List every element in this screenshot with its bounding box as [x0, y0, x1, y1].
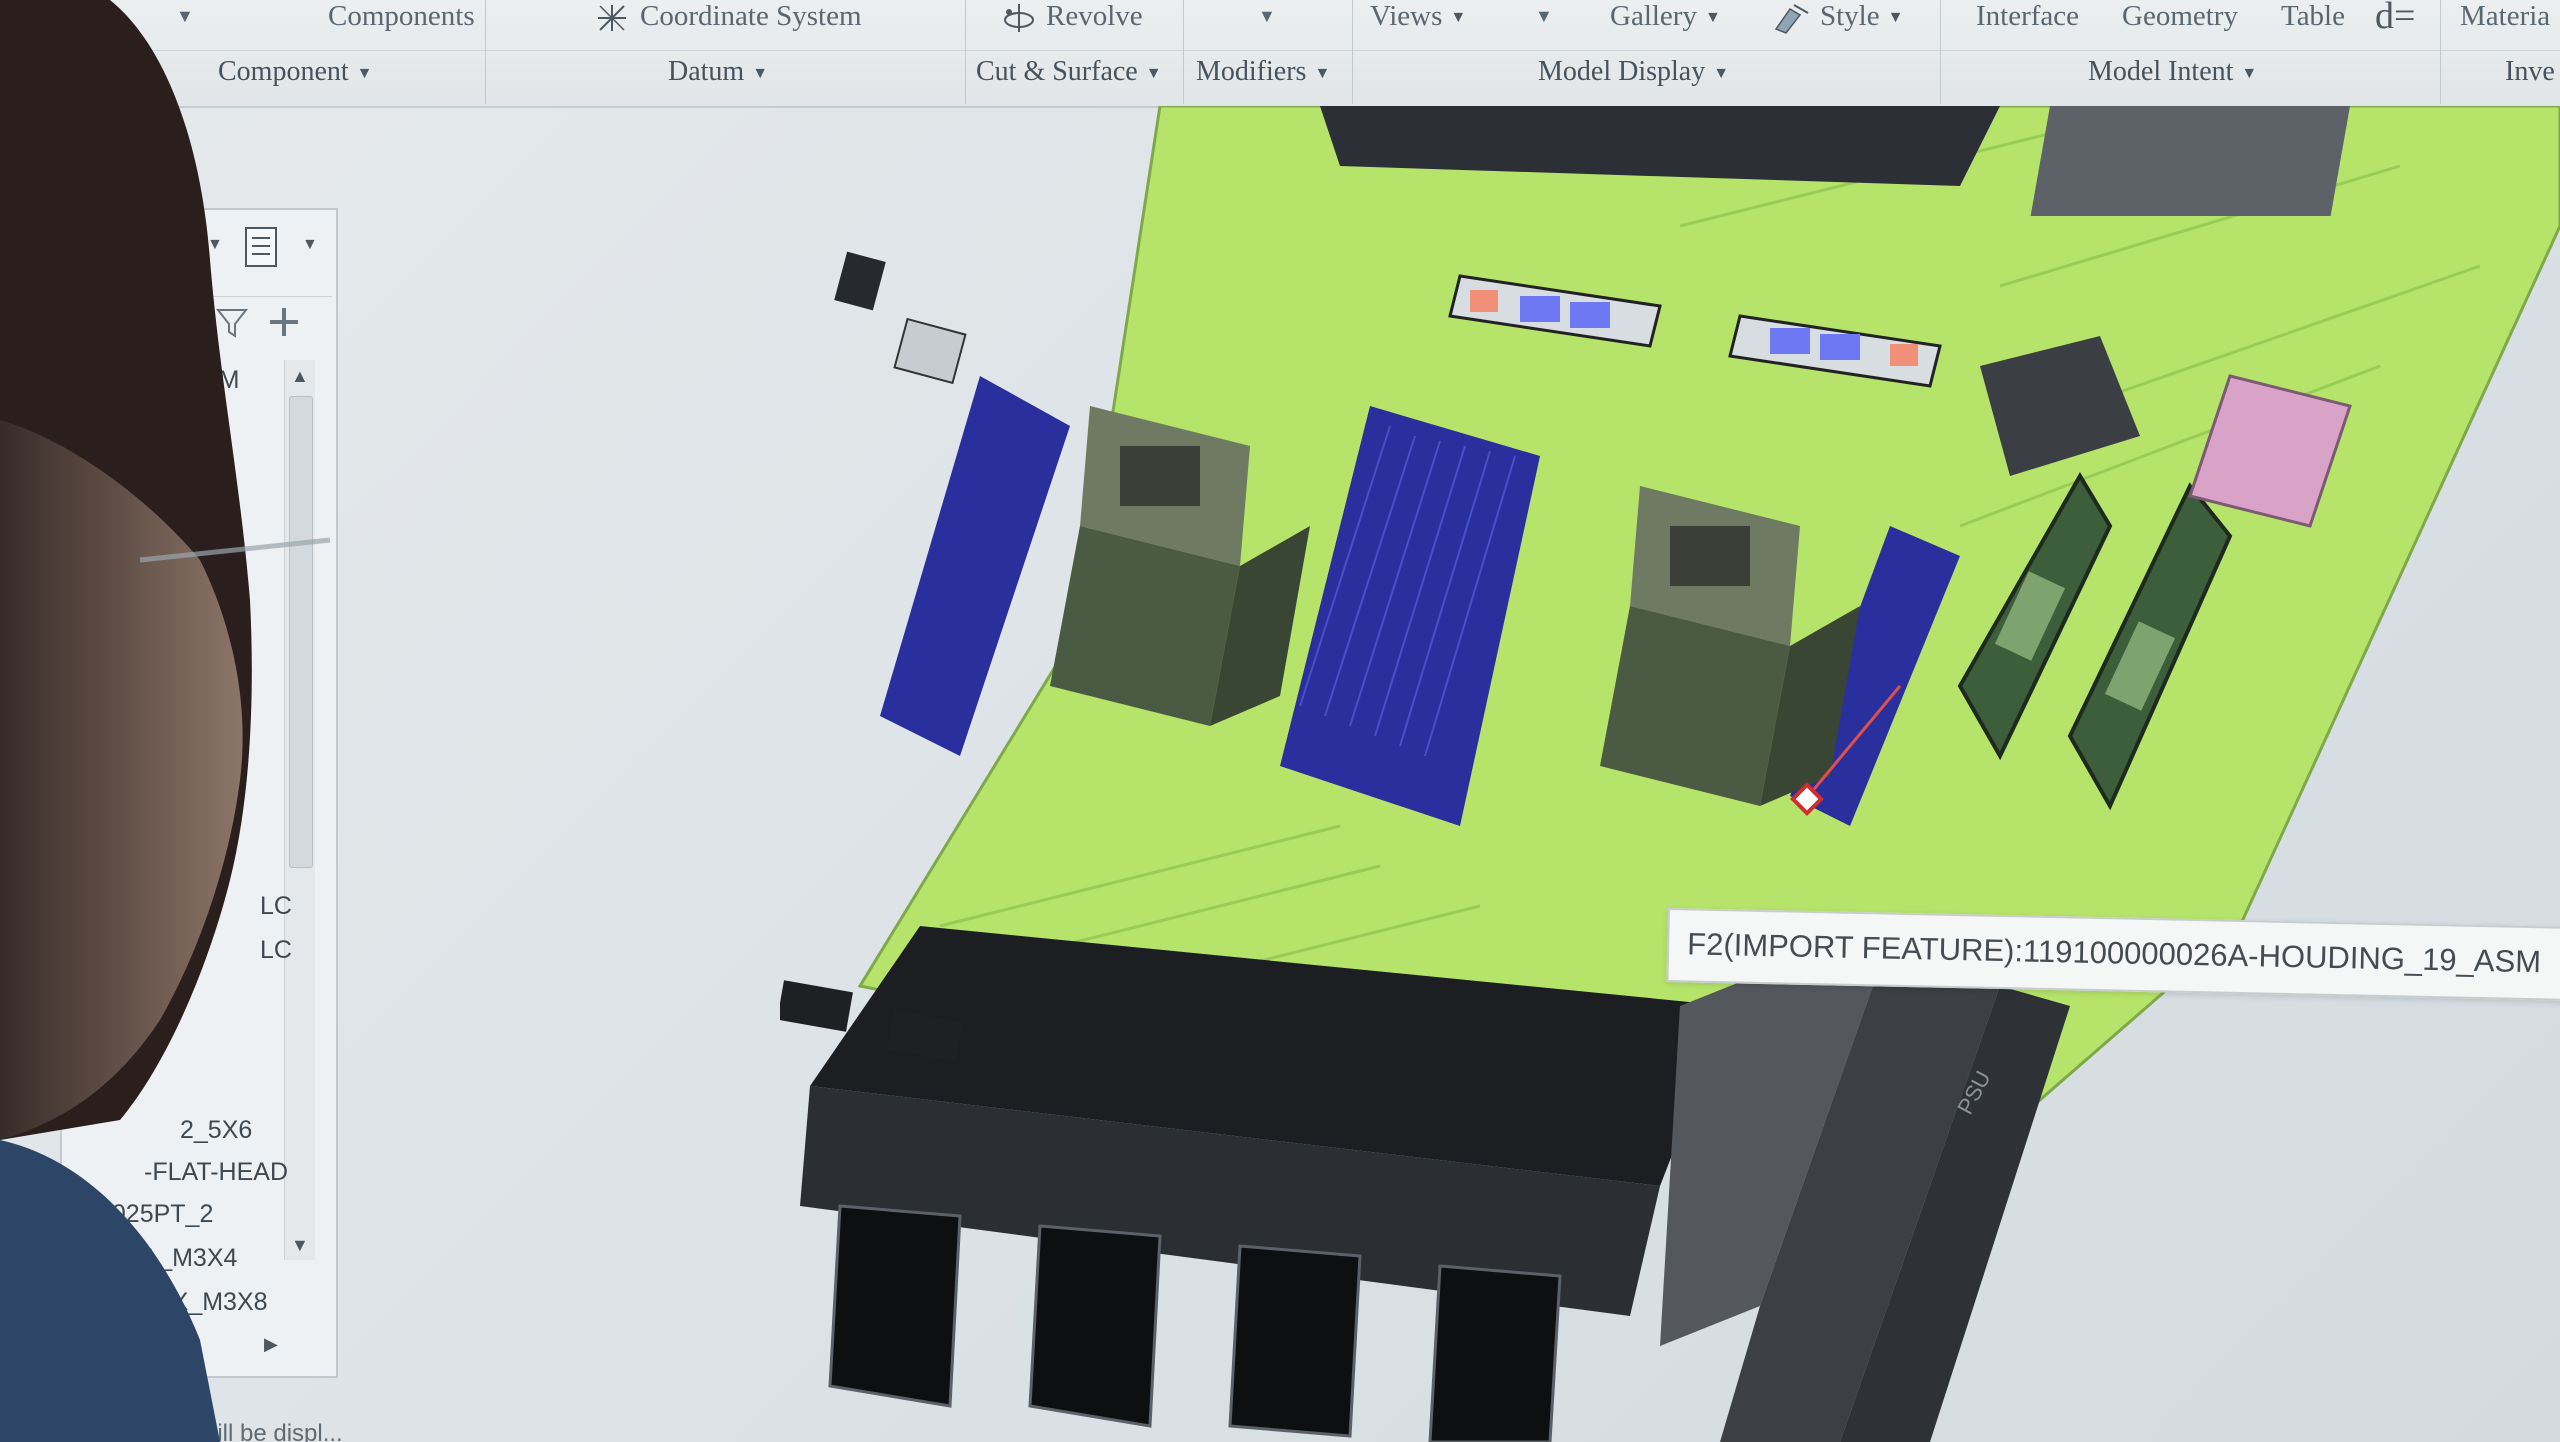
- style-icon: [1774, 4, 1809, 35]
- revolve-icon: [1004, 4, 1034, 33]
- tree-item-screw-5[interactable]: 0002XXXX_M3X8: [66, 1288, 268, 1317]
- model-intent-group-label: Model Intent: [2088, 56, 2234, 87]
- tree-settings-icon[interactable]: [242, 224, 284, 270]
- ribbon-divider: [0, 50, 2560, 51]
- component-group-label: Component: [218, 56, 349, 87]
- io-module-right[interactable]: [2030, 106, 2350, 216]
- sata-connector[interactable]: [893, 317, 967, 385]
- tree-dropdown-arrow[interactable]: ▼: [207, 236, 223, 254]
- scroll-right-arrow[interactable]: ▶: [264, 1334, 278, 1355]
- tree-item-screw-4[interactable]: 00019A_M3X4: [72, 1244, 237, 1273]
- coordinate-system-label: Coordinate System: [640, 0, 862, 32]
- ribbon-separator: [965, 0, 966, 104]
- datum-group-label: Datum: [668, 56, 745, 87]
- connector-block[interactable]: [780, 980, 853, 1032]
- ribbon: ▼ Components Coordinate System Revolve ▼…: [0, 0, 2560, 108]
- relations-icon[interactable]: d=: [2375, 0, 2415, 38]
- tree-scrollbar[interactable]: ▲ ▼: [284, 360, 315, 1260]
- tree-item-lc-1[interactable]: LC: [260, 892, 292, 921]
- views-menu[interactable]: Views ▼: [1370, 0, 1466, 33]
- tree-item-top[interactable]: SM: [202, 366, 240, 395]
- style-menu[interactable]: Style ▼: [1772, 0, 1903, 35]
- tooltip-text: F2(IMPORT FEATURE):119100000026A-HOUDING…: [1686, 926, 2542, 980]
- add-icon[interactable]: [266, 304, 302, 340]
- investigate-group[interactable]: Inve: [2505, 56, 2555, 88]
- filter-icon[interactable]: [212, 302, 252, 342]
- modifiers-group-label: Modifiers: [1196, 56, 1307, 87]
- ribbon-separator: [485, 0, 486, 104]
- model-display-group-label: Model Display: [1538, 56, 1706, 87]
- ribbon-separator: [1183, 0, 1184, 104]
- ribbon-separator: [1352, 0, 1353, 104]
- fan-modules[interactable]: [800, 926, 1730, 1442]
- interface-tab[interactable]: Interface: [1976, 0, 2079, 33]
- revolve-label: Revolve: [1046, 0, 1143, 32]
- tree-item-screw-1[interactable]: 2_5X6: [180, 1116, 252, 1145]
- cad-screen: ▼ Components Coordinate System Revolve ▼…: [0, 0, 2560, 1442]
- style-label: Style: [1820, 0, 1880, 32]
- gallery-label: Gallery: [1610, 0, 1697, 32]
- status-message: will be displ...: [200, 1420, 343, 1442]
- cut-surface-group-label: Cut & Surface: [976, 56, 1138, 87]
- tree-item-lc-2[interactable]: LC: [260, 936, 292, 965]
- cut-surface-group[interactable]: Cut & Surface ▼: [976, 56, 1162, 88]
- battery-holder[interactable]: [834, 251, 886, 311]
- tree-options-arrow[interactable]: ▼: [302, 236, 318, 254]
- ribbon-dropdown-arrow[interactable]: ▼: [176, 6, 194, 27]
- scroll-up-arrow[interactable]: ▲: [291, 366, 309, 387]
- ribbon-dropdown-arrow[interactable]: ▼: [1258, 6, 1276, 27]
- component-group[interactable]: Component ▼: [218, 56, 373, 88]
- model-tree-panel: ▼ ▼ SM ▲ ▼ LC LC 2_5X6 -FLAT-HEAD 3025PT…: [60, 208, 338, 1378]
- tree-item-screw-2[interactable]: -FLAT-HEAD: [144, 1158, 288, 1187]
- ribbon-dropdown-arrow[interactable]: ▼: [1535, 6, 1553, 27]
- model-display-group[interactable]: Model Display ▼: [1538, 56, 1729, 88]
- ribbon-separator: [2440, 0, 2441, 104]
- psu-modules[interactable]: PSU: [1660, 966, 2070, 1442]
- coordinate-system-button[interactable]: Coordinate System: [592, 0, 862, 35]
- server-3d-model[interactable]: PSU: [780, 106, 2560, 1442]
- views-label: Views: [1370, 0, 1443, 32]
- revolve-button[interactable]: Revolve: [1000, 0, 1143, 34]
- tree-scroll-thumb[interactable]: [289, 396, 313, 868]
- scroll-down-arrow[interactable]: ▼: [291, 1235, 309, 1256]
- gallery-menu[interactable]: Gallery ▼: [1610, 0, 1721, 33]
- geometry-tab[interactable]: Geometry: [2122, 0, 2238, 33]
- coordinate-system-icon: [598, 5, 626, 32]
- tree-item-screw-3[interactable]: 3025PT_2: [98, 1200, 213, 1229]
- datum-group[interactable]: Datum ▼: [668, 56, 768, 88]
- model-intent-group[interactable]: Model Intent ▼: [2088, 56, 2257, 88]
- tree-toolbar-divider: [62, 296, 332, 297]
- ribbon-separator: [1940, 0, 1941, 104]
- modifiers-group[interactable]: Modifiers ▼: [1196, 56, 1330, 88]
- materials-tab[interactable]: Materia: [2460, 0, 2550, 33]
- components-menu[interactable]: Components: [328, 0, 475, 33]
- table-tab[interactable]: Table: [2281, 0, 2345, 33]
